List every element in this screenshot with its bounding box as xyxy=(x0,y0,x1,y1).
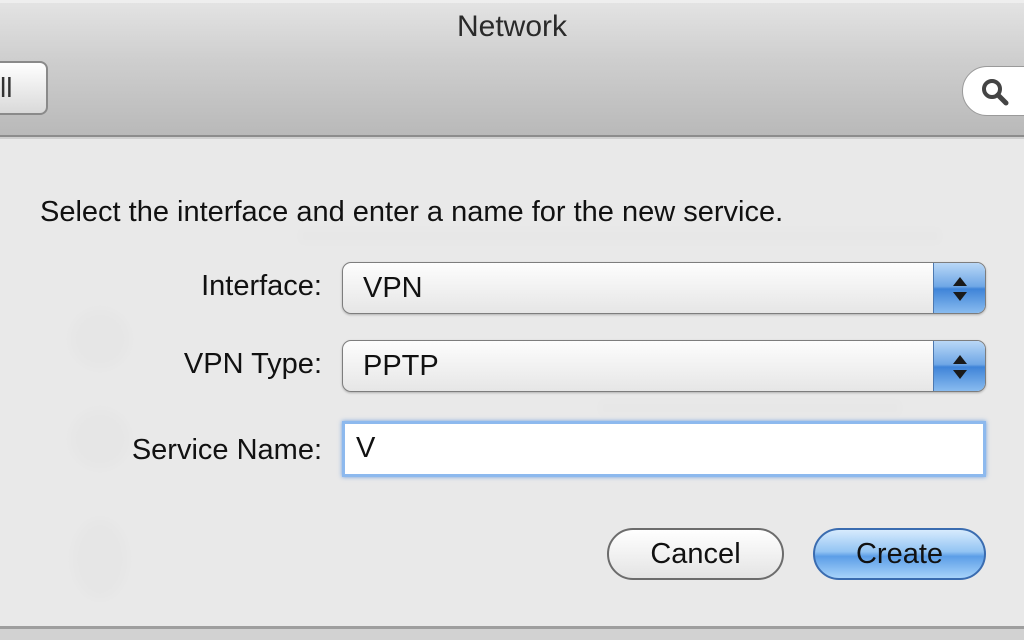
interface-popup[interactable]: VPN xyxy=(342,262,986,314)
create-button[interactable]: Create xyxy=(813,528,986,580)
interface-value: VPN xyxy=(363,272,423,304)
search-icon xyxy=(979,76,1011,108)
popup-stepper-icon xyxy=(933,263,985,313)
vpn-type-value: PPTP xyxy=(363,350,439,382)
vpn-type-label: VPN Type: xyxy=(183,348,322,380)
show-all-button[interactable]: ll xyxy=(0,61,48,115)
sheet-prompt: Select the interface and enter a name fo… xyxy=(40,196,784,228)
service-name-field[interactable]: V xyxy=(342,421,986,477)
service-name-label: Service Name: xyxy=(131,434,322,466)
search-field[interactable] xyxy=(962,66,1024,116)
cancel-button[interactable]: Cancel xyxy=(607,528,784,580)
window-toolbar: Network ll xyxy=(0,0,1024,137)
vpn-type-popup[interactable]: PPTP xyxy=(342,340,986,392)
window-title: Network xyxy=(456,10,568,43)
toolbar-highlight xyxy=(0,0,1024,3)
popup-stepper-icon xyxy=(933,341,985,391)
interface-label: Interface: xyxy=(201,270,322,302)
network-preferences-window: Network ll Select the interface and ente… xyxy=(0,0,1024,640)
